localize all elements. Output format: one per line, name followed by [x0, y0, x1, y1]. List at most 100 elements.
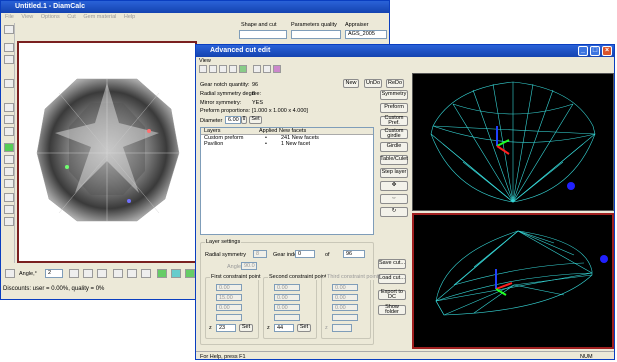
export-to-dc-button[interactable]: Export to DC — [378, 289, 406, 300]
undo-button[interactable]: UnDo — [364, 79, 382, 88]
parameters-quality-label[interactable]: Parameters quality — [291, 22, 337, 28]
zoom-icon[interactable] — [5, 269, 15, 278]
column-header-layers[interactable]: Layers — [204, 128, 221, 134]
menu-file[interactable]: File — [5, 14, 14, 20]
toolbar-icon[interactable] — [4, 43, 14, 52]
toolbar-icon[interactable] — [4, 193, 14, 202]
move-icon[interactable]: ✥ — [380, 181, 408, 191]
minimize-button[interactable]: _ — [578, 46, 588, 56]
of-select[interactable]: 96 — [343, 250, 365, 258]
angle-select[interactable]: 2 — [45, 269, 63, 278]
table-culet-button[interactable]: Table/Culet — [380, 155, 408, 165]
shape-select[interactable] — [239, 30, 287, 39]
toolbar-icon[interactable] — [4, 55, 14, 64]
menu-view[interactable]: View — [21, 14, 33, 20]
diameter-spinner[interactable]: ⇕ — [241, 116, 247, 124]
step-icon[interactable] — [83, 269, 93, 278]
custom-girdle-button[interactable]: Custom girdle — [380, 128, 408, 139]
first-extra-input[interactable] — [216, 314, 242, 321]
third-fi-input[interactable]: 0.00 — [332, 304, 358, 311]
menu-help[interactable]: Help — [124, 14, 135, 20]
toolbar-icon[interactable] — [219, 65, 227, 73]
first-set-button[interactable]: Set — [239, 324, 253, 332]
load-cut-button[interactable]: Load cut... — [378, 274, 406, 284]
toolbar-icon[interactable] — [4, 25, 14, 34]
toolbar-icon[interactable] — [4, 115, 14, 124]
show-folder-button[interactable]: Show folder — [378, 304, 406, 315]
layers-table[interactable]: Layers Applied New facets Custom preform… — [200, 127, 374, 235]
gear-index-select[interactable]: 0 — [295, 250, 315, 258]
toolbar-icon[interactable] — [199, 65, 207, 73]
table-row[interactable]: Pavilion • 1 New facet — [201, 141, 373, 147]
toolbar-icon[interactable] — [4, 179, 14, 188]
step-icon[interactable] — [97, 269, 107, 278]
gem-viewport[interactable] — [17, 41, 197, 263]
step-layer-button[interactable]: Step layer — [380, 168, 408, 178]
second-set-button[interactable]: Set — [297, 324, 311, 332]
maximize-button[interactable]: □ — [590, 46, 600, 56]
toolbar-icon[interactable] — [239, 65, 247, 73]
second-z-input[interactable]: 44 — [274, 324, 294, 332]
first-icon[interactable] — [113, 269, 123, 278]
toolbar-icon[interactable] — [4, 143, 14, 152]
rotate-icon[interactable]: ↻ — [380, 207, 408, 217]
toolbar-icon[interactable] — [4, 103, 14, 112]
angle-input[interactable]: 90.0 — [241, 262, 257, 270]
gear-icon[interactable] — [157, 269, 167, 278]
toolbar-icon[interactable] — [263, 65, 271, 73]
menu-gem-material[interactable]: Gem material — [83, 14, 116, 20]
globe-icon[interactable] — [185, 269, 195, 278]
second-extra-input[interactable] — [274, 314, 300, 321]
first-z-input[interactable]: 23 — [216, 324, 236, 332]
dialog-title-bar[interactable]: Advanced cut edit _ □ × — [196, 45, 614, 57]
girdle-button[interactable]: Girdle — [380, 142, 408, 152]
second-phi-input[interactable]: 0.00 — [274, 294, 300, 301]
main-window-title-bar[interactable]: Untitled.1 - DiamCalc — [1, 1, 389, 13]
new-button[interactable]: New — [343, 79, 359, 88]
close-icon[interactable]: × — [602, 46, 612, 56]
first-f-input[interactable]: 0.00 — [216, 284, 242, 291]
symmetry-button[interactable]: Symmetry — [380, 90, 408, 100]
column-header-new-facets[interactable]: New facets — [279, 128, 306, 134]
third-z-input[interactable] — [332, 324, 352, 332]
toolbar-icon[interactable] — [4, 217, 14, 226]
toolbar-icon[interactable] — [4, 205, 14, 214]
save-cut-button[interactable]: Save cut... — [378, 259, 406, 269]
play-icon[interactable] — [69, 269, 79, 278]
next-icon[interactable] — [141, 269, 151, 278]
menu-view[interactable]: View — [199, 58, 211, 64]
third-phi-input[interactable]: 0.00 — [332, 294, 358, 301]
diameter-set-button[interactable]: Set — [249, 116, 262, 124]
third-f-input[interactable]: 0.00 — [332, 284, 358, 291]
appraiser-select[interactable]: AGS_2005 — [345, 30, 387, 39]
custom-preform-button[interactable]: Custom Pref. — [380, 115, 408, 126]
swap-icon[interactable]: ⇔ — [380, 194, 408, 204]
toolbar-icon[interactable] — [273, 65, 281, 73]
radial-symmetry-select[interactable]: 8 — [253, 250, 267, 258]
menu-options[interactable]: Options — [41, 14, 60, 20]
search-icon[interactable] — [253, 65, 261, 73]
toolbar-icon[interactable] — [229, 65, 237, 73]
second-f-input[interactable]: 0.00 — [274, 284, 300, 291]
gem-icon[interactable] — [171, 269, 181, 278]
toolbar-icon[interactable] — [4, 167, 14, 176]
appraiser-label[interactable]: Appraiser — [345, 22, 369, 28]
first-fi-input[interactable]: 0.00 — [216, 304, 242, 311]
parameters-select[interactable] — [291, 30, 341, 39]
toolbar-icon[interactable] — [4, 79, 14, 88]
preform-button[interactable]: Preform — [380, 103, 408, 113]
shape-and-cut-label[interactable]: Shape and cut — [241, 22, 276, 28]
third-extra-input[interactable] — [332, 314, 358, 321]
menu-cut[interactable]: Cut — [67, 14, 76, 20]
toolbar-icon[interactable] — [209, 65, 217, 73]
toolbar-icon[interactable] — [4, 127, 14, 136]
viewport-top[interactable] — [412, 73, 614, 211]
second-fi-input[interactable]: 0.00 — [274, 304, 300, 311]
redo-button[interactable]: ReDo — [386, 79, 404, 88]
toolbar-icon[interactable] — [4, 155, 14, 164]
column-header-applied[interactable]: Applied — [259, 128, 277, 134]
diameter-input[interactable]: 6.00 — [225, 116, 241, 124]
viewport-bottom[interactable] — [412, 213, 614, 349]
prev-icon[interactable] — [127, 269, 137, 278]
first-phi-input[interactable]: 15.00 — [216, 294, 242, 301]
